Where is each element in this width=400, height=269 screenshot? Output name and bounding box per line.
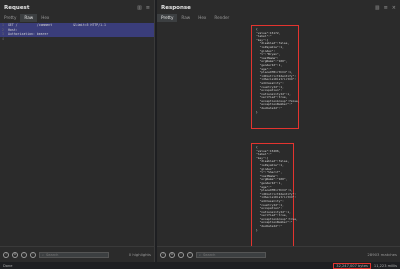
request-tab-hex[interactable]: Hex bbox=[37, 14, 53, 22]
request-tab-raw[interactable]: Raw bbox=[20, 14, 38, 22]
line-text: Authorization: bearer bbox=[8, 32, 49, 36]
menu-icon[interactable]: ≡ bbox=[146, 5, 150, 11]
response-editor[interactable]: {"value":15172, "label":" "key":{ "disable… bbox=[157, 23, 400, 246]
response-pane: Response ▥ ≡ × Pretty Raw Hex Render {"valu… bbox=[157, 0, 400, 262]
back-icon[interactable]: ‹ bbox=[178, 251, 184, 258]
help-icon[interactable]: ? bbox=[160, 251, 166, 258]
json-record-box-2: {"value":15206, "label":" "key":{ "disable… bbox=[251, 143, 298, 246]
response-search-input[interactable]: ⌕ Search bbox=[196, 251, 266, 258]
search-icon: ⌕ bbox=[199, 252, 202, 257]
json-line: } bbox=[256, 227, 258, 232]
response-tab-pretty[interactable]: Pretty bbox=[157, 14, 178, 22]
response-tab-render[interactable]: Render bbox=[210, 14, 233, 22]
response-tab-hex[interactable]: Hex bbox=[194, 14, 210, 22]
layout-icon[interactable]: ▥ bbox=[375, 5, 380, 11]
response-tabs: Pretty Raw Hex Render bbox=[157, 14, 400, 22]
request-highlights-count: 0 highlights bbox=[128, 252, 151, 257]
search-icon: ⌕ bbox=[42, 252, 45, 257]
response-time: 11,223 millis bbox=[373, 263, 397, 268]
request-search-input[interactable]: ⌕ Search bbox=[39, 251, 109, 258]
response-match-count: 28903 matches bbox=[367, 252, 397, 257]
status-bar: Done 32,247,007 bytes 11,223 millis bbox=[0, 262, 400, 269]
forward-icon[interactable]: › bbox=[30, 251, 36, 258]
request-line: 4 bbox=[0, 37, 154, 42]
json-record-box-1: {"value":15172, "label":" "key":{ "disable… bbox=[251, 25, 300, 129]
request-tabs: Pretty Raw Hex bbox=[0, 14, 155, 22]
menu-icon[interactable]: ≡ bbox=[384, 5, 388, 11]
response-title: Response bbox=[161, 5, 191, 11]
close-icon[interactable]: × bbox=[392, 5, 396, 11]
back-icon[interactable]: ‹ bbox=[21, 251, 27, 258]
line-number: 4 bbox=[2, 36, 4, 41]
settings-icon[interactable]: ⚙ bbox=[169, 251, 175, 258]
request-title: Request bbox=[4, 5, 30, 11]
response-footer: ? ⚙ ‹ › ⌕ Search 28903 matches bbox=[157, 246, 400, 262]
status-text: Done bbox=[3, 263, 13, 268]
settings-icon[interactable]: ⚙ bbox=[12, 251, 18, 258]
request-editor[interactable]: 1 GET / /comment &limit=5 HTTP/1.1 2 Host: 3… bbox=[0, 23, 154, 246]
response-size: 32,247,007 bytes bbox=[333, 262, 371, 269]
response-pane-icons: ▥ ≡ × bbox=[375, 5, 396, 11]
request-footer: ? ⚙ ‹ › ⌕ Search 0 highlights bbox=[0, 246, 154, 262]
line-text: Host: bbox=[8, 27, 18, 32]
help-icon[interactable]: ? bbox=[3, 251, 9, 258]
json-line: } bbox=[256, 109, 258, 114]
request-tab-pretty[interactable]: Pretty bbox=[0, 14, 20, 22]
response-tab-raw[interactable]: Raw bbox=[177, 14, 194, 22]
layout-icon[interactable]: ▥ bbox=[137, 5, 142, 11]
line-text: GET / /comment &limit=5 HTTP/1.1 bbox=[8, 23, 106, 27]
request-pane: Request ▥ ≡ Pretty Raw Hex 1 GET / /comment… bbox=[0, 0, 155, 262]
forward-icon[interactable]: › bbox=[187, 251, 193, 258]
request-pane-icons: ▥ ≡ bbox=[137, 5, 150, 11]
